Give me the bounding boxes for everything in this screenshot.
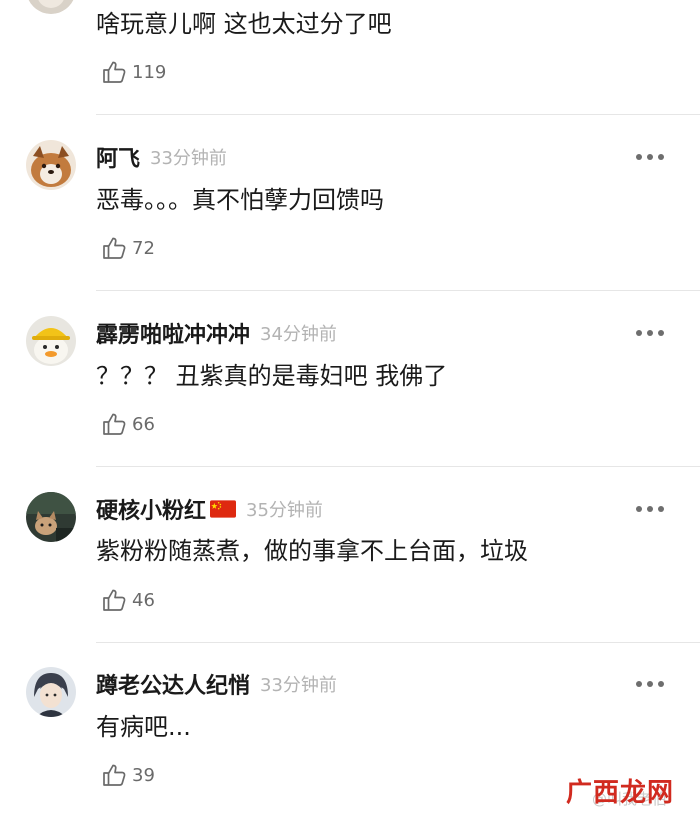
username[interactable]: 硬核小粉红 xyxy=(96,493,206,525)
comment-header: 蹲老公达人纪悄 33分钟前 xyxy=(96,669,337,699)
like-button[interactable]: 66 xyxy=(102,410,155,438)
username[interactable]: 蹲老公达人纪悄 xyxy=(96,668,250,700)
like-count: 46 xyxy=(132,589,155,611)
avatar[interactable] xyxy=(26,140,76,190)
thumbs-up-icon xyxy=(103,237,126,259)
more-dot-icon xyxy=(658,681,664,687)
anime-boy-avatar-icon xyxy=(26,667,76,717)
comment-header: 阿飞 33分钟前 xyxy=(96,142,227,172)
timestamp: 34分钟前 xyxy=(260,324,337,345)
thumbs-up-icon xyxy=(103,413,126,435)
avatar[interactable] xyxy=(26,316,76,366)
more-options-button[interactable] xyxy=(636,151,664,163)
comment-divider xyxy=(96,290,700,291)
more-dot-icon xyxy=(658,506,664,512)
timestamp: 33分钟前 xyxy=(260,675,337,696)
comment-text: 有病吧... xyxy=(96,713,191,741)
more-options-button[interactable] xyxy=(636,678,664,690)
avatar[interactable] xyxy=(26,667,76,717)
watermark-brand: 广西龙网 xyxy=(566,777,675,808)
comment-header: 硬核小粉红 35分钟前 xyxy=(96,494,323,524)
like-count: 72 xyxy=(132,237,155,259)
user-avatar-icon xyxy=(28,0,74,14)
like-button[interactable]: 119 xyxy=(102,58,166,86)
more-options-button[interactable] xyxy=(636,503,664,515)
more-dot-icon xyxy=(636,506,642,512)
like-button[interactable]: 72 xyxy=(102,234,155,262)
more-options-button[interactable] xyxy=(636,327,664,339)
comment-text: 啥玩意儿啊 这也太过分了吧 xyxy=(96,10,392,38)
timestamp: 33分钟前 xyxy=(150,148,227,169)
like-count: 39 xyxy=(132,764,155,786)
like-button[interactable]: 39 xyxy=(102,761,155,789)
dog-avatar-icon xyxy=(26,140,76,190)
more-dot-icon xyxy=(647,506,653,512)
more-dot-icon xyxy=(658,330,664,336)
comment-text: 恶毒。。。真不怕孽力回馈吗 xyxy=(96,186,384,214)
more-dot-icon xyxy=(636,154,642,160)
duck-hardhat-avatar-icon xyxy=(26,316,76,366)
like-count: 66 xyxy=(132,413,155,435)
more-dot-icon xyxy=(647,681,653,687)
username[interactable]: 霹雳啪啦冲冲冲 xyxy=(96,317,250,349)
timestamp: 35分钟前 xyxy=(246,500,323,521)
more-dot-icon xyxy=(647,330,653,336)
avatar[interactable] xyxy=(26,492,76,542)
more-dot-icon xyxy=(636,681,642,687)
china-flag-icon xyxy=(210,500,237,518)
comment-divider xyxy=(96,466,700,467)
comment-text: 紫粉粉随蒸煮，做的事拿不上台面，垃圾 xyxy=(96,537,528,565)
thumbs-up-icon xyxy=(103,589,126,611)
more-dot-icon xyxy=(658,154,664,160)
username[interactable]: 阿飞 xyxy=(96,141,140,173)
thumbs-up-icon xyxy=(103,764,126,786)
comment-divider xyxy=(96,114,700,115)
like-count: 119 xyxy=(132,61,167,83)
thumbs-up-icon xyxy=(103,61,126,83)
more-dot-icon xyxy=(636,330,642,336)
cat-avatar-icon xyxy=(26,492,76,542)
watermark: 广西龙网 xyxy=(566,770,674,810)
avatar[interactable] xyxy=(26,0,76,14)
like-button[interactable]: 46 xyxy=(102,586,155,614)
comment-text: ？？？ 丑紫真的是毒妇吧 我佛了 xyxy=(96,362,448,390)
comment-header: 霹雳啪啦冲冲冲 34分钟前 xyxy=(96,318,337,348)
comment-divider xyxy=(96,642,700,643)
more-dot-icon xyxy=(647,154,653,160)
